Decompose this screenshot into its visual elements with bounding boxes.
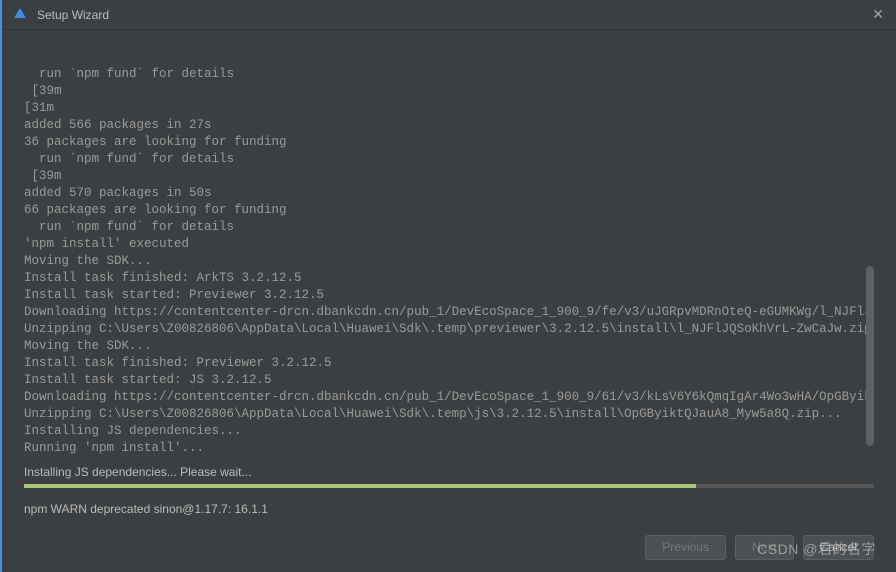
wizard-content: run `npm fund` for details [39m[31madded…	[2, 30, 896, 522]
log-line: Running 'npm install'...	[24, 440, 874, 457]
log-line: 66 packages are looking for funding	[24, 202, 874, 219]
scrollbar-thumb[interactable]	[866, 266, 874, 446]
log-line: run `npm fund` for details	[24, 66, 874, 83]
log-line: Install task finished: ArkTS 3.2.12.5	[24, 270, 874, 287]
progress-label: Installing JS dependencies... Please wai…	[24, 465, 874, 479]
close-icon[interactable]: ✕	[872, 6, 884, 23]
log-line: Install task started: Previewer 3.2.12.5	[24, 287, 874, 304]
log-line: Moving the SDK...	[24, 253, 874, 270]
log-line: Installing JS dependencies...	[24, 423, 874, 440]
log-line: run `npm fund` for details	[24, 219, 874, 236]
log-line: [31m	[24, 100, 874, 117]
app-logo-icon	[12, 7, 28, 23]
log-line: Downloading https://contentcenter-drcn.d…	[24, 389, 874, 406]
progress-fill	[24, 484, 696, 488]
log-line: added 566 packages in 27s	[24, 117, 874, 134]
log-line: run `npm fund` for details	[24, 151, 874, 168]
wizard-footer: Previous Next Cancel CSDN @君的名字	[2, 522, 896, 572]
warning-message: npm WARN deprecated sinon@1.17.7: 16.1.1	[24, 502, 874, 516]
log-line: Downloading https://contentcenter-drcn.d…	[24, 304, 874, 321]
log-line: Install task started: JS 3.2.12.5	[24, 372, 874, 389]
log-line: [39m	[24, 83, 874, 100]
log-line: Install task finished: Previewer 3.2.12.…	[24, 355, 874, 372]
progress-section: Installing JS dependencies... Please wai…	[24, 465, 874, 488]
log-line: Moving the SDK...	[24, 338, 874, 355]
next-button[interactable]: Next	[735, 535, 794, 560]
previous-button[interactable]: Previous	[645, 535, 726, 560]
log-line: [39m	[24, 168, 874, 185]
window-title: Setup Wizard	[37, 8, 109, 22]
log-line: 36 packages are looking for funding	[24, 134, 874, 151]
cancel-button[interactable]: Cancel	[803, 535, 874, 560]
log-line: 'npm install' executed	[24, 236, 874, 253]
log-line: Unzipping C:\Users\Z00826806\AppData\Loc…	[24, 406, 874, 423]
progress-bar	[24, 484, 874, 488]
log-line: added 570 packages in 50s	[24, 185, 874, 202]
log-line: Unzipping C:\Users\Z00826806\AppData\Loc…	[24, 321, 874, 338]
title-bar: Setup Wizard ✕	[2, 0, 896, 30]
log-output: run `npm fund` for details [39m[31madded…	[24, 36, 874, 457]
